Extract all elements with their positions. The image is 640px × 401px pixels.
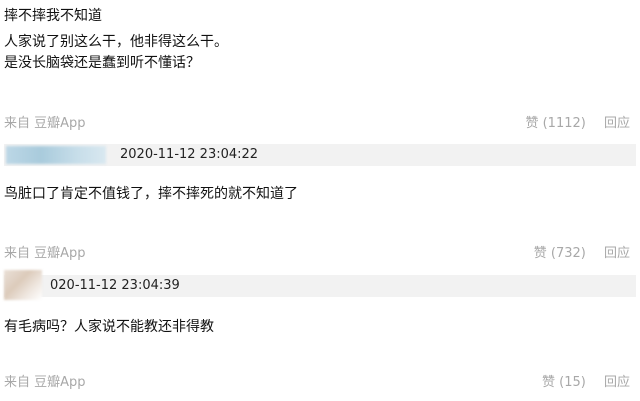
comment-2-timestamp: 2020-11-12 23:04:22: [120, 147, 259, 162]
comment-1-meta: 来自 豆瓣App 赞 (1112) 回应: [4, 113, 640, 135]
comment-1-line-3: 是没长脑袋还是蠢到听不懂话？: [4, 55, 200, 71]
comment-1-source: 来自 豆瓣App: [4, 116, 86, 131]
comment-3-header: 020-11-12 23:04:39: [4, 275, 636, 297]
comment-2-username-blurred[interactable]: [6, 146, 106, 164]
comment-3-line-1: 有毛病吗？人家说不能教还非得教: [4, 319, 214, 335]
comment-2-line-1: 鸟脏口了肯定不值钱了，摔不摔死的就不知道了: [4, 186, 298, 202]
comment-2-header: 2020-11-12 23:04:22: [4, 144, 636, 166]
comment-2-like-button[interactable]: 赞 (732): [534, 246, 586, 261]
comment-1-reply-button[interactable]: 回应: [604, 116, 630, 131]
comment-1-line-1: 摔不摔我不知道: [4, 8, 102, 24]
comment-2-source: 来自 豆瓣App: [4, 246, 86, 261]
comment-3-timestamp: 020-11-12 23:04:39: [50, 278, 180, 293]
comment-1-like-button[interactable]: 赞 (1112): [525, 116, 585, 131]
comment-2-reply-button[interactable]: 回应: [604, 246, 630, 261]
comment-3-meta: 来自 豆瓣App 赞 (15) 回应: [4, 372, 640, 394]
comment-1-line-2: 人家说了别这么干，他非得这么干。: [4, 34, 228, 50]
comment-3-avatar-blurred[interactable]: [4, 270, 42, 300]
comment-3-like-button[interactable]: 赞 (15): [542, 375, 586, 390]
comment-3-reply-button[interactable]: 回应: [604, 375, 630, 390]
comment-3-source: 来自 豆瓣App: [4, 375, 86, 390]
comment-2-meta: 来自 豆瓣App 赞 (732) 回应: [4, 243, 640, 265]
